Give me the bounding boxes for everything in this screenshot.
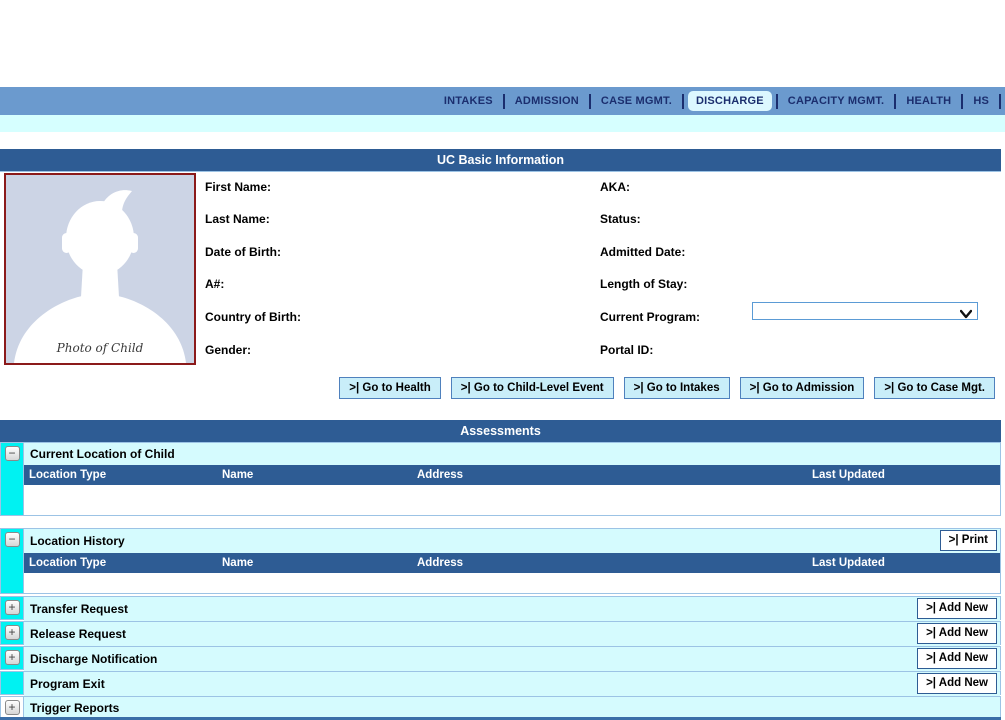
location-history-table-header: Location Type Name Address Last Updated bbox=[24, 553, 1000, 573]
last-updated-column-header: Last Updated bbox=[812, 553, 885, 573]
a-number-label: A#: bbox=[205, 277, 224, 291]
location-type-column-header: Location Type bbox=[29, 465, 106, 485]
assessments-header: Assessments bbox=[0, 420, 1001, 443]
add-new-button[interactable]: >| Add New bbox=[917, 598, 997, 619]
portal-id-label: Portal ID: bbox=[600, 343, 653, 357]
expand-icon[interactable]: + bbox=[5, 600, 20, 615]
program-exit-title-row: Program Exit >| Add New bbox=[24, 672, 1000, 696]
tab-hs[interactable]: HS bbox=[967, 92, 995, 110]
tab-separator bbox=[894, 94, 896, 109]
last-name-label: Last Name: bbox=[205, 212, 270, 226]
location-type-column-header: Location Type bbox=[29, 553, 106, 573]
release-request-strip: + bbox=[1, 622, 24, 644]
gender-label: Gender: bbox=[205, 343, 251, 357]
tab-case-mgmt[interactable]: CASE MGMT. bbox=[595, 92, 678, 110]
goto-button-row: >| Go to Health >| Go to Child-Level Eve… bbox=[0, 377, 995, 399]
add-new-button[interactable]: >| Add New bbox=[917, 673, 997, 694]
tab-separator bbox=[682, 94, 684, 109]
transfer-request-title: Transfer Request bbox=[30, 602, 128, 616]
tab-separator bbox=[589, 94, 591, 109]
top-navbar: INTAKES ADMISSION CASE MGMT. DISCHARGE C… bbox=[0, 87, 1005, 115]
tab-health[interactable]: HEALTH bbox=[900, 92, 957, 110]
go-to-case-mgt-button[interactable]: >| Go to Case Mgt. bbox=[874, 377, 995, 399]
discharge-notification-strip: + bbox=[1, 647, 24, 669]
current-program-label: Current Program: bbox=[600, 310, 700, 324]
location-history-strip: − bbox=[1, 529, 24, 593]
discharge-notification-title: Discharge Notification bbox=[30, 652, 157, 666]
location-history-section: − Location History >| Print Location Typ… bbox=[0, 528, 1001, 594]
go-to-health-button[interactable]: >| Go to Health bbox=[339, 377, 441, 399]
expand-icon[interactable]: + bbox=[5, 650, 20, 665]
first-name-label: First Name: bbox=[205, 180, 271, 194]
go-to-intakes-button[interactable]: >| Go to Intakes bbox=[624, 377, 730, 399]
release-request-row: + Release Request >| Add New bbox=[0, 621, 1001, 645]
trigger-reports-strip: + bbox=[1, 697, 24, 717]
current-location-table-body bbox=[24, 485, 1000, 515]
chevron-down-icon bbox=[960, 306, 972, 324]
tab-separator bbox=[999, 94, 1001, 109]
length-of-stay-label: Length of Stay: bbox=[600, 277, 687, 291]
status-label: Status: bbox=[600, 212, 641, 226]
current-location-table-header: Location Type Name Address Last Updated bbox=[24, 465, 1000, 485]
transfer-request-strip: + bbox=[1, 597, 24, 619]
trigger-reports-row: + Trigger Reports bbox=[0, 696, 1001, 718]
address-column-header: Address bbox=[417, 465, 463, 485]
current-program-select[interactable] bbox=[752, 302, 978, 320]
name-column-header: Name bbox=[222, 553, 253, 573]
tab-separator bbox=[776, 94, 778, 109]
add-new-button[interactable]: >| Add New bbox=[917, 648, 997, 669]
child-photo-placeholder: Photo of Child bbox=[4, 173, 196, 365]
country-of-birth-label: Country of Birth: bbox=[205, 310, 301, 324]
collapse-icon[interactable]: − bbox=[5, 446, 20, 461]
last-updated-column-header: Last Updated bbox=[812, 465, 885, 485]
tab-separator bbox=[961, 94, 963, 109]
expand-icon[interactable]: + bbox=[5, 625, 20, 640]
go-to-child-level-event-button[interactable]: >| Go to Child-Level Event bbox=[451, 377, 614, 399]
uc-basic-info-header: UC Basic Information bbox=[0, 149, 1001, 172]
trigger-reports-title: Trigger Reports bbox=[30, 701, 119, 715]
tab-intakes[interactable]: INTAKES bbox=[438, 92, 499, 110]
program-exit-row: Program Exit >| Add New bbox=[0, 671, 1001, 695]
tab-capacity-mgmt[interactable]: CAPACITY MGMT. bbox=[782, 92, 891, 110]
name-column-header: Name bbox=[222, 465, 253, 485]
program-exit-title: Program Exit bbox=[30, 677, 105, 691]
admitted-date-label: Admitted Date: bbox=[600, 245, 685, 259]
discharge-notification-row: + Discharge Notification >| Add New bbox=[0, 646, 1001, 670]
location-history-title-row: Location History >| Print bbox=[24, 529, 1000, 553]
aka-label: AKA: bbox=[600, 180, 630, 194]
current-location-strip: − bbox=[1, 443, 24, 515]
photo-caption: Photo of Child bbox=[6, 341, 194, 355]
location-history-title: Location History bbox=[30, 534, 125, 548]
discharge-notification-title-row: Discharge Notification >| Add New bbox=[24, 647, 1000, 671]
date-of-birth-label: Date of Birth: bbox=[205, 245, 281, 259]
address-column-header: Address bbox=[417, 553, 463, 573]
location-history-table-body bbox=[24, 573, 1000, 593]
print-button[interactable]: >| Print bbox=[940, 530, 997, 551]
current-location-section: − Current Location of Child Location Typ… bbox=[0, 442, 1001, 516]
tab-admission[interactable]: ADMISSION bbox=[509, 92, 585, 110]
release-request-title-row: Release Request >| Add New bbox=[24, 622, 1000, 646]
add-new-button[interactable]: >| Add New bbox=[917, 623, 997, 644]
collapse-icon[interactable]: − bbox=[5, 532, 20, 547]
trigger-reports-title-row: Trigger Reports bbox=[24, 697, 1000, 719]
tab-discharge[interactable]: DISCHARGE bbox=[688, 91, 772, 111]
program-exit-strip bbox=[1, 672, 24, 694]
current-location-title: Current Location of Child bbox=[24, 443, 1000, 465]
tab-separator bbox=[503, 94, 505, 109]
transfer-request-title-row: Transfer Request >| Add New bbox=[24, 597, 1000, 621]
go-to-admission-button[interactable]: >| Go to Admission bbox=[740, 377, 865, 399]
transfer-request-row: + Transfer Request >| Add New bbox=[0, 596, 1001, 620]
sub-nav-strip bbox=[0, 115, 1005, 132]
expand-icon[interactable]: + bbox=[5, 700, 20, 715]
release-request-title: Release Request bbox=[30, 627, 126, 641]
